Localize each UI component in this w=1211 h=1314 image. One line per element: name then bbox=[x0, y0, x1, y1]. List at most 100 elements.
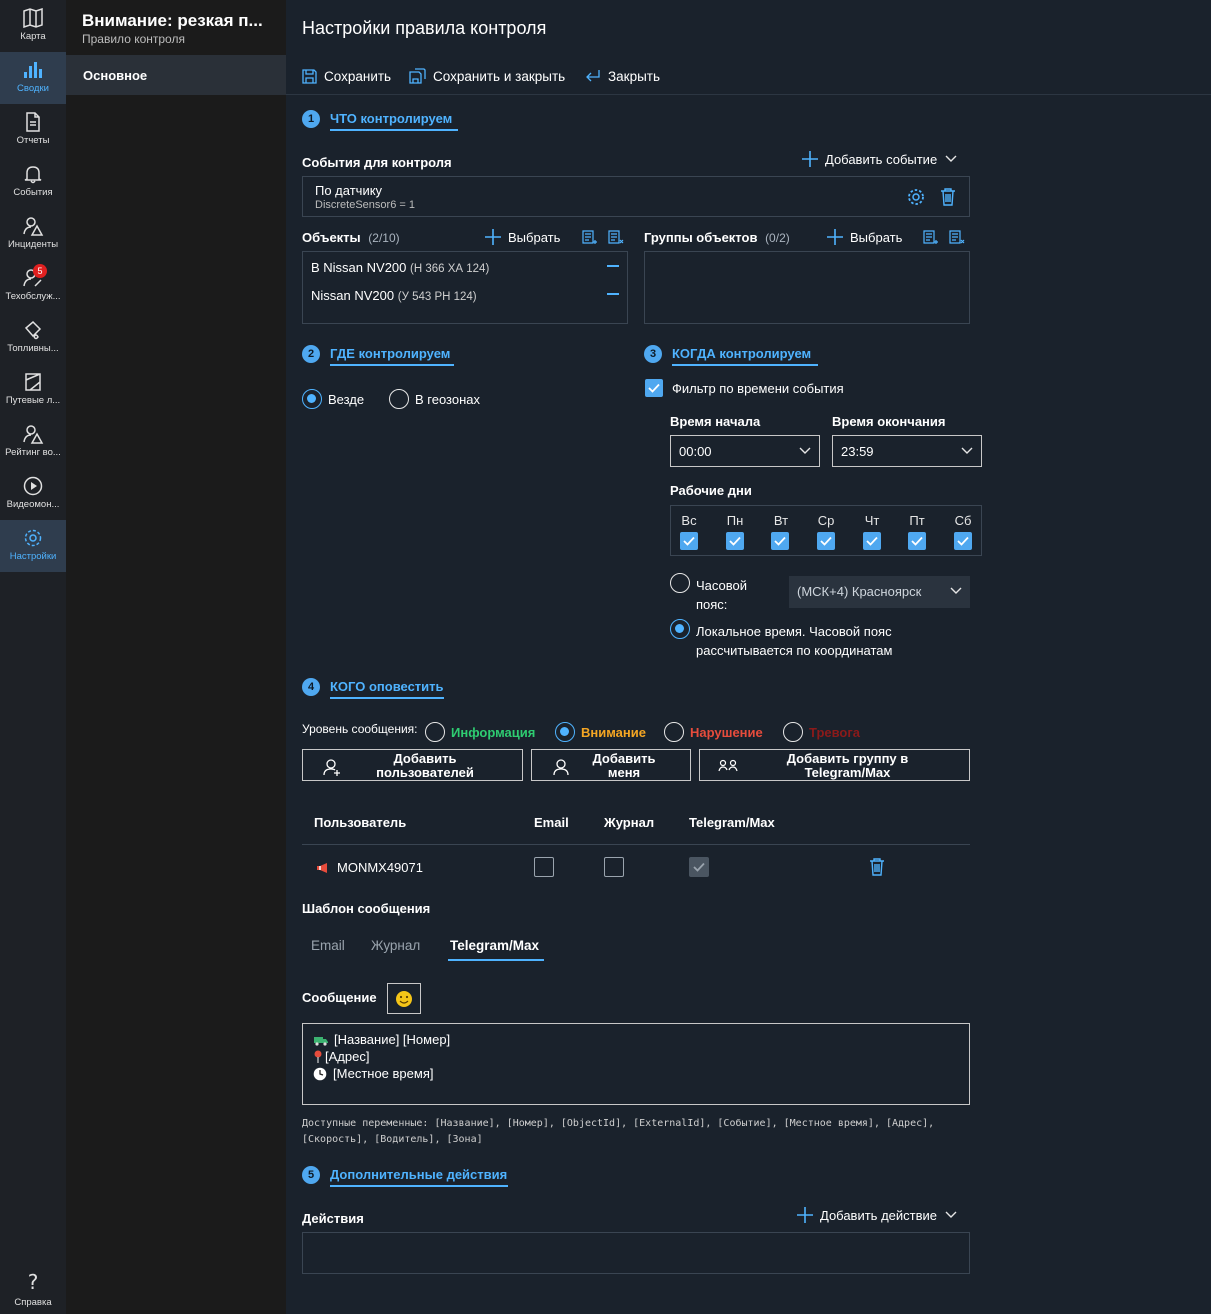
group-icon bbox=[718, 759, 738, 772]
start-time-select[interactable]: 00:00 bbox=[670, 435, 820, 467]
end-time-select[interactable]: 23:59 bbox=[832, 435, 982, 467]
event-row[interactable]: По датчику DiscreteSensor6 = 1 bbox=[302, 176, 970, 217]
section-actions-title: Дополнительные действия bbox=[330, 1167, 508, 1182]
save-close-button[interactable]: Сохранить и закрыть bbox=[409, 66, 565, 86]
timezone-radio[interactable] bbox=[670, 573, 690, 593]
remove-object-icon[interactable] bbox=[607, 293, 619, 295]
in-geozones-radio[interactable] bbox=[389, 389, 409, 409]
add-me-button[interactable]: Добавить меня bbox=[531, 749, 691, 781]
event-delete-trash-icon[interactable] bbox=[940, 188, 956, 206]
time-filter-checkbox[interactable] bbox=[645, 379, 663, 397]
gear-icon bbox=[24, 529, 42, 547]
objects-select-button[interactable]: Выбрать bbox=[484, 228, 560, 246]
add-event-button[interactable]: Добавить событие bbox=[801, 150, 963, 168]
day-label: Пн bbox=[726, 513, 744, 528]
user-delete-trash-icon[interactable] bbox=[869, 858, 885, 876]
day-checkbox[interactable] bbox=[726, 532, 744, 550]
rail-item-help[interactable]: ? Справка bbox=[0, 1262, 66, 1314]
groups-list bbox=[644, 251, 970, 324]
objects-list-add-icon[interactable] bbox=[582, 229, 598, 245]
day-checkbox[interactable] bbox=[863, 532, 881, 550]
rail-item-video[interactable]: Видеомон... bbox=[0, 468, 66, 520]
chevron-down-icon bbox=[950, 587, 962, 594]
tab-telegram[interactable]: Telegram/Max bbox=[450, 938, 539, 953]
incident-icon bbox=[23, 217, 44, 236]
day-checkbox[interactable] bbox=[771, 532, 789, 550]
message-textarea[interactable]: [Название] [Номер] [Адрес] [Местное врем… bbox=[302, 1023, 970, 1105]
timezone-select[interactable]: (МСК+4) Красноярск bbox=[789, 576, 970, 608]
rail-item-waybills[interactable]: Путевые л... bbox=[0, 364, 66, 416]
event-settings-gear-icon[interactable] bbox=[907, 188, 925, 206]
level-alarm-radio[interactable] bbox=[783, 722, 803, 742]
save-button[interactable]: Сохранить bbox=[302, 66, 391, 86]
level-warning-radio[interactable] bbox=[555, 722, 575, 742]
rail-item-incidents[interactable]: Инциденты bbox=[0, 208, 66, 260]
close-button[interactable]: Закрыть bbox=[585, 66, 660, 86]
actions-label: Действия bbox=[302, 1211, 364, 1226]
local-time-radio[interactable] bbox=[670, 619, 690, 639]
remove-object-icon[interactable] bbox=[607, 265, 619, 267]
rail-item-driver-rating[interactable]: Рейтинг во... bbox=[0, 416, 66, 468]
rail-item-maintenance[interactable]: 5 Техобслуж... bbox=[0, 260, 66, 312]
chevron-down-icon bbox=[945, 1211, 957, 1218]
objects-list-clear-icon[interactable] bbox=[608, 229, 624, 245]
maintenance-badge: 5 bbox=[33, 264, 47, 278]
groups-list-clear-icon[interactable] bbox=[949, 229, 965, 245]
email-checkbox[interactable] bbox=[534, 857, 554, 877]
level-alarm-label: Тревога bbox=[809, 725, 861, 740]
level-info-radio[interactable] bbox=[425, 722, 445, 742]
add-telegram-group-button[interactable]: Добавить группу в Telegram/Max bbox=[699, 749, 970, 781]
objects-label: Объекты (2/10) bbox=[302, 230, 400, 245]
everywhere-radio[interactable] bbox=[302, 389, 322, 409]
column-email: Email bbox=[534, 815, 569, 830]
step-5-badge: 5 bbox=[302, 1166, 320, 1184]
table-row: MONMX49071 bbox=[302, 850, 970, 886]
table-divider bbox=[302, 844, 970, 845]
journal-checkbox[interactable] bbox=[604, 857, 624, 877]
section-where-underline bbox=[330, 364, 454, 366]
rail-item-events[interactable]: События bbox=[0, 156, 66, 208]
rail-item-summaries[interactable]: Сводки bbox=[0, 52, 66, 104]
section-where-title: ГДЕ контролируем bbox=[330, 346, 451, 361]
day-checkbox[interactable] bbox=[954, 532, 972, 550]
chevron-down-icon bbox=[945, 155, 957, 162]
rail-item-fuel[interactable]: Топливны... bbox=[0, 312, 66, 364]
pin-icon bbox=[314, 1050, 322, 1063]
clock-icon bbox=[313, 1067, 327, 1080]
rail-item-map[interactable]: Карта bbox=[0, 0, 66, 52]
level-warning-label: Внимание bbox=[581, 725, 646, 740]
telegram-checkbox[interactable] bbox=[689, 857, 709, 877]
nav-rail: Карта Сводки Отчеты События Инциденты 5 … bbox=[0, 0, 66, 1314]
tab-email[interactable]: Email bbox=[311, 938, 345, 953]
tab-journal[interactable]: Журнал bbox=[371, 938, 420, 953]
rail-item-settings[interactable]: Настройки bbox=[0, 520, 66, 572]
document-icon bbox=[26, 112, 40, 132]
megaphone-icon bbox=[317, 863, 327, 873]
level-label: Уровень сообщения: bbox=[302, 722, 418, 736]
panel-nav-main[interactable]: Основное bbox=[66, 55, 286, 95]
list-item[interactable]: В Nissan NV200 (Н 366 ХА 124) bbox=[311, 260, 489, 275]
workdays-label: Рабочие дни bbox=[670, 483, 752, 498]
groups-select-button[interactable]: Выбрать bbox=[826, 228, 902, 246]
day-label: Вт bbox=[773, 513, 789, 528]
column-journal: Журнал bbox=[604, 815, 655, 830]
step-2-badge: 2 bbox=[302, 345, 320, 363]
rule-panel: Внимание: резкая п... Правило контроля О… bbox=[66, 0, 286, 1314]
add-users-button[interactable]: Добавить пользователей bbox=[302, 749, 523, 781]
rail-item-reports[interactable]: Отчеты bbox=[0, 104, 66, 156]
day-checkbox[interactable] bbox=[680, 532, 698, 550]
page-title: Настройки правила контроля bbox=[302, 18, 547, 38]
message-label: Сообщение bbox=[302, 990, 377, 1005]
day-checkbox[interactable] bbox=[817, 532, 835, 550]
chevron-down-icon bbox=[799, 447, 811, 454]
level-violation-radio[interactable] bbox=[664, 722, 684, 742]
map-icon bbox=[23, 8, 43, 28]
toolbar-divider bbox=[286, 94, 1211, 95]
message-line: [Местное время] bbox=[313, 1066, 433, 1081]
list-item[interactable]: Nissan NV200 (У 543 РН 124) bbox=[311, 288, 477, 303]
day-checkbox[interactable] bbox=[908, 532, 926, 550]
rule-title: Внимание: резкая п... bbox=[82, 11, 263, 30]
add-action-button[interactable]: Добавить действие bbox=[796, 1206, 963, 1224]
groups-list-add-icon[interactable] bbox=[923, 229, 939, 245]
emoji-button[interactable] bbox=[387, 983, 421, 1014]
